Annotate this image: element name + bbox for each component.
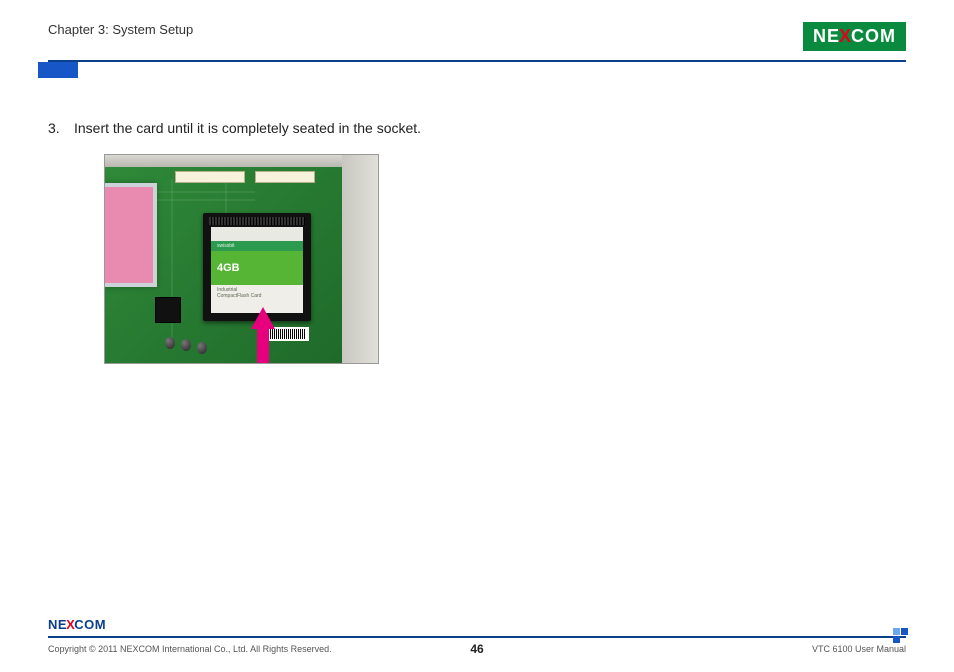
brand-logo-top: NEXCOM bbox=[803, 22, 906, 51]
copyright-text: Copyright © 2011 NEXCOM International Co… bbox=[48, 644, 332, 654]
brand-logo-bottom: NEXCOM bbox=[48, 617, 106, 632]
instruction-step: 3. Insert the card until it is completel… bbox=[48, 120, 906, 136]
header-rule bbox=[48, 60, 906, 78]
cf-label-line2: CompactFlash Card bbox=[217, 293, 297, 299]
capacitor-icon bbox=[197, 342, 207, 354]
footer-decor-squares-icon bbox=[893, 628, 908, 643]
installation-photo: swissbit 4GB Industrial CompactFlash Car… bbox=[104, 154, 379, 364]
motherboard-pcb: swissbit 4GB Industrial CompactFlash Car… bbox=[105, 167, 342, 363]
insert-arrow-stem bbox=[257, 327, 269, 364]
manual-title: VTC 6100 User Manual bbox=[812, 644, 906, 654]
cf-brand-label: swissbit bbox=[211, 241, 303, 251]
chassis-edge-top bbox=[105, 155, 378, 167]
brand-com: COM bbox=[851, 26, 896, 47]
instruction-text: Insert the card until it is completely s… bbox=[74, 120, 421, 136]
brand-ne: NE bbox=[813, 26, 840, 47]
page-number: 46 bbox=[470, 642, 483, 656]
capacitor-icon bbox=[165, 337, 175, 349]
cf-card: swissbit 4GB Industrial CompactFlash Car… bbox=[211, 227, 303, 313]
instruction-number: 3. bbox=[48, 120, 64, 136]
capacitor-icon bbox=[181, 339, 191, 351]
chapter-title: Chapter 3: System Setup bbox=[48, 22, 193, 37]
edge-connector-icon bbox=[255, 171, 315, 183]
brand-ne: NE bbox=[48, 617, 67, 632]
footer-rule bbox=[48, 636, 906, 638]
ic-chip-icon bbox=[155, 297, 181, 323]
cf-capacity-label: 4GB bbox=[217, 262, 240, 274]
edge-connector-icon bbox=[175, 171, 245, 183]
header-accent-tab bbox=[38, 62, 78, 78]
brand-com: COM bbox=[74, 617, 106, 632]
barcode-sticker-icon bbox=[263, 327, 309, 341]
thermal-pad bbox=[104, 183, 157, 287]
chassis-edge-right bbox=[342, 155, 378, 363]
cf-card-socket: swissbit 4GB Industrial CompactFlash Car… bbox=[203, 213, 311, 321]
insert-arrow-icon bbox=[251, 307, 275, 329]
